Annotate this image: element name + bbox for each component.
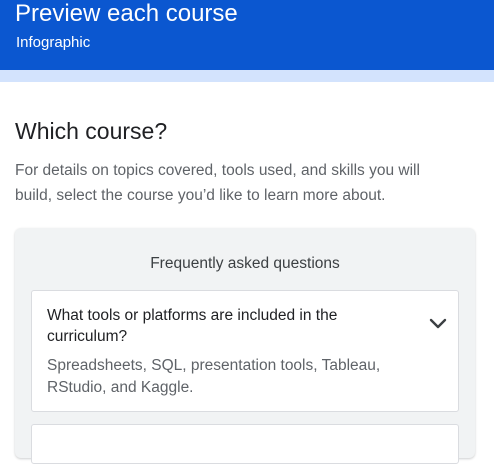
- faq-title: Frequently asked questions: [150, 255, 340, 272]
- faq-question[interactable]: What tools or platforms are included in …: [47, 305, 377, 347]
- faq-item[interactable]: What tools or platforms are included in …: [31, 290, 459, 412]
- chevron-down-icon[interactable]: [428, 317, 448, 331]
- faq-item-next[interactable]: [31, 424, 459, 464]
- section-description: For details on topics covered, tools use…: [15, 162, 420, 204]
- header-band: [0, 70, 494, 82]
- page-title: Preview each course: [15, 0, 238, 27]
- faq-card: Frequently asked questions What tools or…: [15, 228, 475, 464]
- section-heading: Which course?: [15, 118, 168, 144]
- page-header: Preview each course Infographic: [0, 0, 494, 70]
- page-subtitle: Infographic: [16, 34, 91, 51]
- faq-answer: Spreadsheets, SQL, presentation tools, T…: [47, 357, 381, 396]
